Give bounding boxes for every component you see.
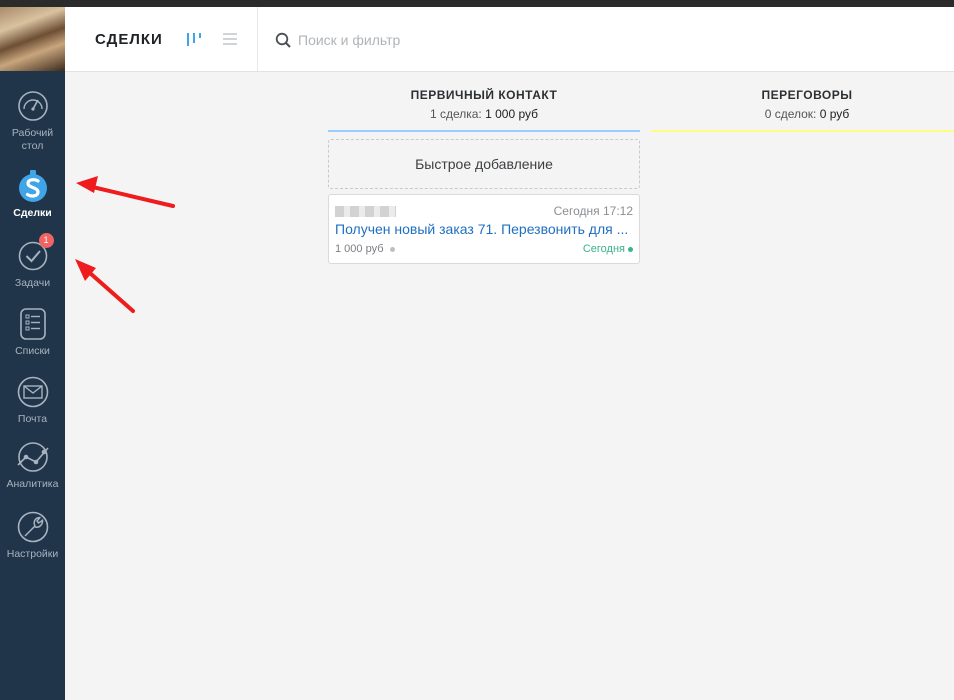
lists-icon — [16, 307, 50, 341]
card-due-value: Сегодня — [582, 243, 625, 255]
sidebar-item-dashboard[interactable]: Рабочий стол — [0, 89, 65, 153]
card-price-value: 1 000 руб — [335, 243, 384, 255]
page-header: СДЕЛКИ — [65, 7, 954, 72]
sidebar-item-label: Сделки — [13, 207, 52, 219]
sidebar-item-settings[interactable]: Настройки — [0, 510, 65, 561]
header-divider — [257, 7, 258, 71]
card-due: Сегодня — [583, 243, 633, 255]
sidebar-item-label: Списки — [15, 345, 50, 357]
sidebar-item-label: Почта — [17, 413, 48, 425]
search-input[interactable] — [298, 28, 598, 52]
sidebar-item-label: Настройки — [6, 548, 59, 560]
column-count: 1 сделка: — [429, 107, 482, 121]
tasks-check-icon: 1 — [16, 233, 54, 273]
mail-icon — [16, 375, 50, 409]
sidebar-item-deals[interactable]: Сделки — [0, 169, 65, 220]
column-status-line — [328, 130, 640, 132]
deal-card[interactable]: Сегодня 17:12 Получен новый заказ 71. Пе… — [328, 194, 640, 264]
user-avatar[interactable] — [0, 7, 65, 71]
column-title: ПЕРВИЧНЫЙ КОНТАКТ — [410, 88, 558, 102]
sidebar-item-tasks[interactable]: 1 Задачи — [0, 233, 65, 290]
sidebar-item-analytics[interactable]: Аналитика — [0, 440, 65, 491]
window-top-strip — [0, 0, 954, 7]
status-dot-grey — [389, 246, 395, 252]
sidebar-item-lists[interactable]: Списки — [0, 307, 65, 358]
dashboard-gauge-icon — [16, 89, 50, 123]
sidebar-item-mail[interactable]: Почта — [0, 375, 65, 426]
deal-title-link[interactable]: Получен новый заказ 71. Перезвонить для … — [335, 221, 635, 237]
sidebar-item-label: Задачи — [14, 277, 51, 289]
sidebar-item-label: Аналитика — [6, 478, 59, 490]
column-title: ПЕРЕГОВОРЫ — [761, 88, 853, 102]
search-icon[interactable] — [275, 32, 292, 49]
pipeline-column-primary-contact: ПЕРВИЧНЫЙ КОНТАКТ 1 сделка: 1 000 руб — [328, 72, 640, 132]
status-dot-green — [628, 246, 633, 252]
blurred-contact-name — [335, 206, 396, 217]
card-timestamp: Сегодня 17:12 — [553, 204, 633, 218]
page-title: СДЕЛКИ — [95, 31, 163, 48]
deals-dollar-icon — [16, 169, 50, 203]
column-status-line — [651, 130, 954, 132]
pipeline-view-icon[interactable] — [185, 30, 203, 48]
settings-wrench-icon — [16, 510, 50, 544]
card-price: 1 000 руб — [335, 243, 395, 255]
column-summary: 1 сделка: 1 000 руб — [328, 107, 640, 121]
analytics-icon — [16, 440, 50, 474]
sidebar: Рабочий стол Сделки 1 Задачи Списки Почт… — [0, 7, 65, 700]
column-summary: 0 сделок: 0 руб — [651, 107, 954, 121]
sidebar-item-label: Рабочий стол — [11, 127, 54, 152]
column-count: 0 сделок: — [764, 107, 817, 121]
pipeline-column-negotiation: ПЕРЕГОВОРЫ 0 сделок: 0 руб — [651, 72, 954, 132]
column-sum: 1 000 руб — [485, 107, 539, 121]
column-sum: 0 руб — [819, 107, 850, 121]
tasks-badge: 1 — [38, 233, 54, 248]
list-view-icon[interactable] — [221, 30, 239, 48]
quick-add-button[interactable]: Быстрое добавление — [328, 139, 640, 189]
